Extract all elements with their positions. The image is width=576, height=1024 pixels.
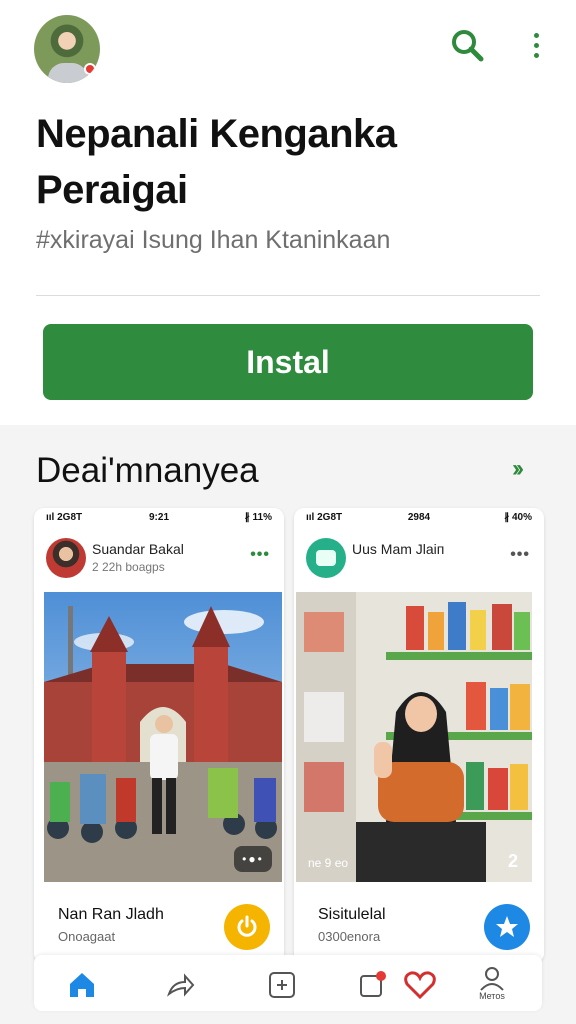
profile-avatar[interactable] — [34, 15, 100, 83]
battery-indicator: ∦ 40% — [504, 512, 532, 523]
screenshot-card-2[interactable]: ııl 2G8T 2984 ∦ 40% Uus Mam Jlaiп ••• ne… — [294, 508, 544, 963]
more-vert-icon[interactable] — [524, 26, 548, 64]
more-horiz-icon[interactable]: ••• — [510, 546, 530, 564]
screenshots-section: Deai'mnanyea ›› ııl 2G8T 9:21 ∦ 11% Suan… — [0, 425, 576, 1024]
status-time: 2984 — [407, 512, 431, 523]
post-meta: 2 22h boagps — [92, 560, 165, 574]
status-bar: ııl 2G8T 2984 ∦ 40% — [294, 508, 544, 526]
signal-indicator: ııl 2G8T — [306, 512, 343, 523]
footer-subtitle: 0300enora — [318, 929, 381, 944]
app-header-section: Nepanali Kenganka Peraigai #xkirayai Isu… — [0, 0, 576, 425]
notification-icon[interactable] — [352, 965, 392, 1005]
more-horiz-icon[interactable]: ••• — [250, 546, 270, 564]
chevron-right-icon[interactable]: ›› — [512, 455, 524, 483]
card-footer: Nan Ran Jladh Onoagaat — [34, 894, 284, 963]
app-subtitle: #xkirayai Isung Ihan Ktaninkaan — [36, 226, 391, 254]
post-author-name: Uus Mam Jlaiп — [352, 541, 445, 557]
post-avatar[interactable] — [46, 538, 86, 578]
home-icon[interactable] — [62, 965, 102, 1005]
app-title-line-1: Nepanali Kenganka — [36, 112, 397, 156]
status-bar: ııl 2G8T 9:21 ∦ 11% — [34, 508, 284, 526]
image-caption: ne 9 eo — [308, 856, 349, 870]
bottom-navigation: Mетos — [34, 955, 542, 1011]
divider — [36, 295, 540, 296]
post-author-name: Suandar Bakal — [92, 541, 184, 557]
avatar-shirt — [48, 63, 88, 83]
post-photo: •●• — [44, 592, 282, 882]
card-footer: Sisitulelal 0300enora — [294, 894, 544, 963]
image-count: 2 — [507, 851, 518, 871]
star-icon[interactable] — [484, 904, 530, 950]
install-button[interactable]: Instal — [43, 324, 533, 400]
avatar-status-badge — [84, 63, 96, 75]
post-photo: ne 9 eo 2 — [296, 592, 532, 882]
screenshot-card-1[interactable]: ııl 2G8T 9:21 ∦ 11% Suandar Bakal 2 22h … — [34, 508, 284, 963]
image-action-button[interactable]: •●• — [234, 846, 272, 872]
footer-title: Nan Ran Jladh — [58, 906, 164, 923]
app-logo-icon[interactable] — [306, 538, 346, 578]
share-icon[interactable] — [160, 965, 200, 1005]
footer-title: Sisitulelal — [318, 906, 386, 923]
search-icon[interactable] — [448, 26, 486, 64]
signal-indicator: ııl 2G8T — [46, 512, 83, 523]
add-icon[interactable] — [262, 965, 302, 1005]
power-icon[interactable] — [224, 904, 270, 950]
battery-indicator: ∦ 11% — [244, 512, 272, 523]
section-title: Deai'mnanyea — [36, 451, 259, 490]
app-title: Nepanali Kenganka Peraigai — [36, 106, 536, 218]
footer-subtitle: Onoagaat — [58, 929, 116, 944]
app-title-line-2: Peraigai — [36, 168, 188, 212]
heart-icon[interactable] — [400, 965, 440, 1005]
profile-label: Mетos — [479, 991, 505, 1001]
status-time: 9:21 — [148, 512, 170, 523]
